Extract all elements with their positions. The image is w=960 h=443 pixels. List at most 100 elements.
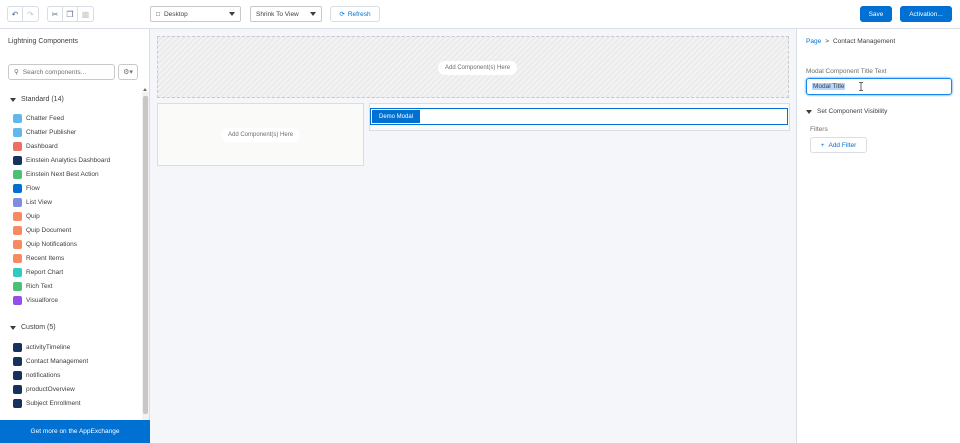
main-left-region[interactable]: Add Component(s) Here bbox=[157, 103, 364, 166]
undo-redo-group: ↶ ↷ bbox=[7, 6, 39, 22]
text-cursor-icon bbox=[859, 82, 863, 91]
refresh-button[interactable]: ⟳ Refresh bbox=[330, 6, 380, 22]
custom-component-list: activityTimeline Contact Management notifi… bbox=[13, 340, 88, 410]
chevron-down-icon bbox=[229, 12, 235, 16]
visibility-heading: Set Component Visibility bbox=[817, 108, 888, 115]
list-item[interactable]: Recent Items bbox=[13, 251, 110, 265]
cut-icon[interactable]: ✂ bbox=[48, 7, 63, 21]
scrollbar-thumb[interactable] bbox=[143, 96, 148, 414]
paste-icon[interactable]: ▩ bbox=[78, 7, 93, 21]
modal-title-input[interactable]: Modal Title bbox=[806, 78, 952, 95]
chevron-down-icon bbox=[10, 97, 16, 102]
visibility-section-toggle[interactable]: Set Component Visibility bbox=[806, 108, 887, 115]
components-panel-title: Lightning Components bbox=[8, 38, 79, 45]
component-icon bbox=[13, 281, 22, 291]
component-icon bbox=[13, 225, 22, 235]
list-item[interactable]: Flow bbox=[13, 181, 110, 195]
view-select[interactable]: Shrink To View bbox=[250, 6, 322, 22]
component-label: List View bbox=[26, 198, 52, 206]
list-item[interactable]: List View bbox=[13, 195, 110, 209]
search-components-input[interactable]: ⚲ Search components... bbox=[8, 64, 115, 80]
component-icon bbox=[13, 295, 22, 305]
component-label: Contact Management bbox=[26, 357, 89, 365]
undo-icon[interactable]: ↶ bbox=[8, 7, 23, 21]
component-label: Dashboard bbox=[26, 142, 58, 150]
component-label: Einstein Next Best Action bbox=[26, 170, 99, 178]
device-select[interactable]: □ Desktop bbox=[150, 6, 241, 22]
standard-component-list: Chatter Feed Chatter Publisher Dashboard Ei… bbox=[13, 111, 110, 307]
gear-icon: ⚙▾ bbox=[123, 69, 133, 76]
list-item[interactable]: Subject Enrollment bbox=[13, 396, 88, 410]
list-item[interactable]: Quip Notifications bbox=[13, 237, 110, 251]
chevron-down-icon bbox=[806, 109, 812, 114]
component-label: notifications bbox=[26, 371, 61, 379]
component-label: Chatter Feed bbox=[26, 114, 64, 122]
save-button[interactable]: Save bbox=[860, 6, 892, 22]
component-icon bbox=[13, 384, 22, 394]
component-icon bbox=[13, 197, 22, 207]
component-label: activityTimeline bbox=[26, 343, 71, 351]
list-item[interactable]: Report Chart bbox=[13, 265, 110, 279]
search-icon: ⚲ bbox=[14, 69, 19, 76]
component-label: Report Chart bbox=[26, 268, 64, 276]
component-label: Chatter Publisher bbox=[26, 128, 77, 136]
breadcrumb-current: Contact Management bbox=[832, 38, 896, 45]
component-icon bbox=[13, 370, 22, 380]
list-item[interactable]: Chatter Feed bbox=[13, 111, 110, 125]
list-item[interactable]: Einstein Next Best Action bbox=[13, 167, 110, 181]
components-scrollbar[interactable] bbox=[142, 88, 149, 426]
list-item[interactable]: Rich Text bbox=[13, 279, 110, 293]
component-icon bbox=[13, 342, 22, 352]
component-icon bbox=[13, 267, 22, 277]
add-filter-label: Add Filter bbox=[828, 141, 857, 149]
list-item[interactable]: productOverview bbox=[13, 382, 88, 396]
refresh-icon: ⟳ bbox=[339, 11, 345, 18]
redo-icon[interactable]: ↷ bbox=[23, 7, 38, 21]
list-item[interactable]: Visualforce bbox=[13, 293, 110, 307]
scroll-up-icon[interactable] bbox=[143, 88, 147, 91]
add-component-header[interactable]: Add Component(s) Here bbox=[438, 61, 518, 75]
component-label: Einstein Analytics Dashboard bbox=[26, 156, 111, 164]
breadcrumb-page-link[interactable]: Page bbox=[806, 38, 821, 45]
demo-modal-tag[interactable]: Demo Modal bbox=[372, 110, 421, 123]
demo-modal-component[interactable]: Demo Modal bbox=[370, 108, 788, 125]
list-item[interactable]: activityTimeline bbox=[13, 340, 88, 354]
desktop-icon: □ bbox=[156, 10, 160, 18]
activation-button[interactable]: Activation... bbox=[900, 6, 952, 22]
device-select-value: Desktop bbox=[163, 10, 188, 18]
list-item[interactable]: notifications bbox=[13, 368, 88, 382]
list-item[interactable]: Chatter Publisher bbox=[13, 125, 110, 139]
list-item[interactable]: Quip Document bbox=[13, 223, 110, 237]
component-icon bbox=[13, 239, 22, 249]
component-icon bbox=[13, 183, 22, 193]
component-icon bbox=[13, 211, 22, 221]
standard-section-toggle[interactable]: Standard (14) bbox=[10, 96, 64, 103]
list-item[interactable]: Quip bbox=[13, 209, 110, 223]
custom-section-heading: Custom (5) bbox=[21, 324, 56, 331]
plus-icon: + bbox=[820, 141, 825, 149]
view-select-value: Shrink To View bbox=[256, 10, 299, 18]
component-icon bbox=[13, 155, 22, 165]
add-component-main-left[interactable]: Add Component(s) Here bbox=[221, 128, 301, 142]
list-item[interactable]: Contact Management bbox=[13, 354, 88, 368]
builder-toolbar: ↶ ↷ ✂ ❐ ▩ □ Desktop Shrink To View ⟳ Ref… bbox=[0, 0, 960, 29]
standard-section-heading: Standard (14) bbox=[21, 96, 64, 103]
header-region[interactable]: Add Component(s) Here bbox=[157, 36, 789, 98]
appexchange-link[interactable]: Get more on the AppExchange bbox=[0, 420, 150, 443]
component-icon bbox=[13, 253, 22, 263]
component-label: Flow bbox=[26, 184, 40, 192]
modal-title-label: Modal Component Title Text bbox=[806, 68, 887, 75]
component-icon bbox=[13, 113, 22, 123]
list-item[interactable]: Einstein Analytics Dashboard bbox=[13, 153, 110, 167]
clipboard-group: ✂ ❐ ▩ bbox=[47, 6, 94, 22]
custom-section-toggle[interactable]: Custom (5) bbox=[10, 324, 56, 331]
breadcrumb: Page > Contact Management bbox=[806, 38, 895, 45]
component-label: Quip Notifications bbox=[26, 240, 77, 248]
settings-menu-button[interactable]: ⚙▾ bbox=[118, 64, 138, 80]
search-placeholder: Search components... bbox=[22, 68, 86, 76]
component-label: Rich Text bbox=[26, 282, 53, 290]
copy-icon[interactable]: ❐ bbox=[63, 7, 78, 21]
list-item[interactable]: Dashboard bbox=[13, 139, 110, 153]
component-label: Visualforce bbox=[26, 296, 59, 304]
add-filter-button[interactable]: + Add Filter bbox=[810, 137, 867, 153]
